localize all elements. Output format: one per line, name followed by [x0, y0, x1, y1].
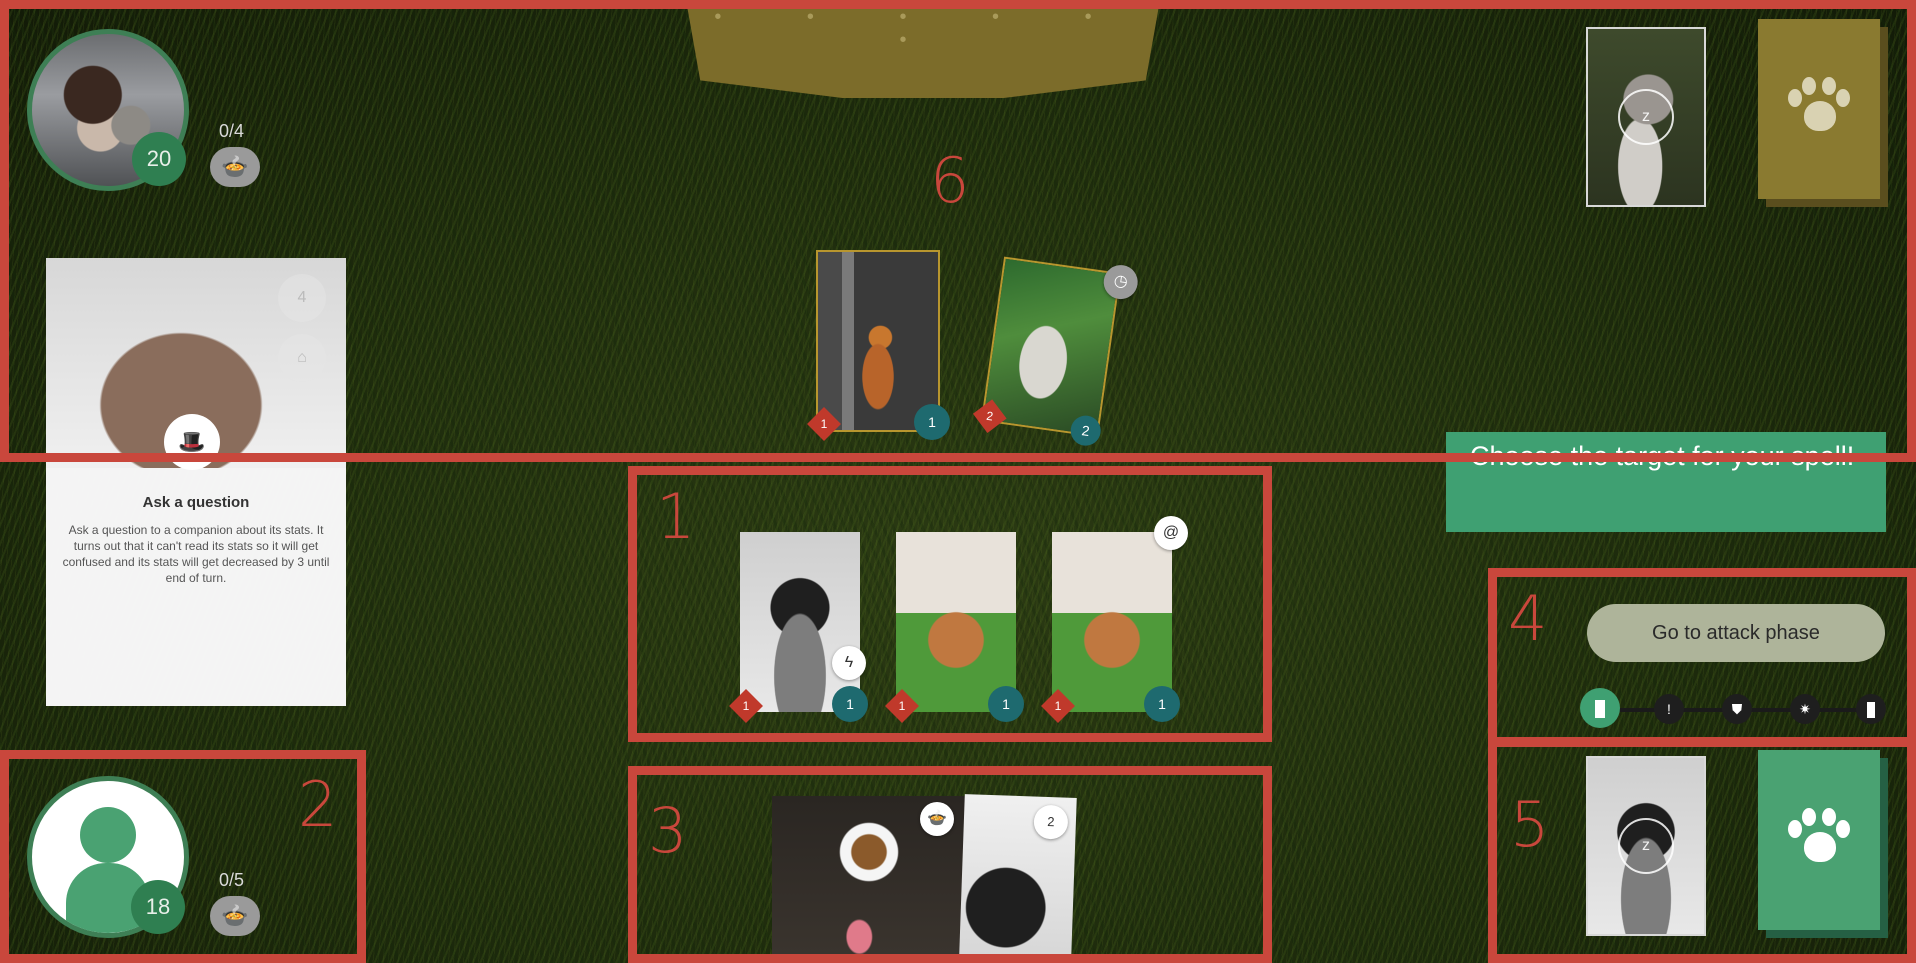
health-stat: 1 — [914, 404, 950, 440]
card-art — [818, 252, 938, 430]
opponent-discard-card[interactable]: z — [1586, 27, 1706, 207]
player-food-count: 0/5 — [219, 870, 245, 890]
player-deck[interactable] — [1758, 750, 1888, 938]
player-discard-card[interactable]: z — [1586, 756, 1706, 936]
opponent-board-card-2[interactable]: 2 2 ◷ — [972, 256, 1140, 448]
region-4-label: 4 — [1508, 582, 1548, 655]
attack-stat: 1 — [885, 689, 919, 723]
phase-end-icon — [1856, 694, 1886, 724]
tooltip-title: Ask a question — [142, 494, 250, 511]
lightning-icon: ϟ — [832, 646, 866, 680]
spell-cost: 4 — [278, 274, 326, 322]
spell-target-message: Choose the target for your spell! — [1446, 432, 1886, 532]
phase-alert-icon: ! — [1654, 694, 1684, 724]
player-board-card-3[interactable]: @ 1 1 — [1041, 516, 1188, 723]
spell-tooltip: 4 ⌂ 🎩 Ask a question Ask a question to a… — [46, 258, 346, 706]
region-6-label: 6 — [930, 144, 970, 217]
top-hat-icon: 🎩 — [164, 414, 220, 470]
attack-stat: 1 — [1041, 689, 1075, 723]
player-board-card-2[interactable]: 1 1 — [885, 532, 1024, 723]
shield-icon: ⛊ — [1722, 694, 1752, 724]
region-2-label: 2 — [298, 768, 338, 841]
opponent-deck-banner: • • • • • • — [686, 0, 1160, 98]
card-art — [983, 258, 1119, 436]
opponent-deck — [1758, 19, 1888, 207]
attack-stat: 1 — [729, 689, 763, 723]
attack-phase-button[interactable]: Go to attack phase — [1587, 604, 1885, 662]
region-1-label: 1 — [656, 480, 696, 553]
food-bowl-icon: 🍲 — [920, 802, 954, 836]
region-3-label: 3 — [648, 794, 688, 867]
region-5-label: 5 — [1510, 788, 1550, 861]
player-board-card-1[interactable]: ϟ 1 1 — [729, 532, 868, 723]
card-art — [1052, 532, 1172, 712]
player-hp-badge: 18 — [131, 880, 185, 934]
attack-stat: 1 — [807, 407, 841, 441]
food-bowl-icon: 🍲 — [210, 896, 260, 936]
card-art — [740, 532, 860, 712]
spiral-icon: @ — [1154, 516, 1188, 550]
phase-start-icon — [1580, 688, 1620, 728]
food-bowl-icon: 🍲 — [210, 147, 260, 187]
paw-icon — [1784, 77, 1854, 141]
card-art — [896, 532, 1016, 712]
paw-icon — [1784, 808, 1854, 872]
health-stat: 1 — [988, 686, 1024, 722]
health-stat: 1 — [1144, 686, 1180, 722]
health-stat: 1 — [832, 686, 868, 722]
sleep-icon: z — [1618, 89, 1674, 145]
tooltip-description: Ask a question to a companion about its … — [62, 523, 330, 585]
burst-icon: ✷ — [1790, 694, 1820, 724]
opponent-food-count: 0/4 — [219, 121, 245, 141]
sleep-icon: z — [1618, 818, 1674, 874]
top-hat-icon: ⌂ — [278, 334, 326, 382]
opponent-hp-badge: 20 — [132, 132, 186, 186]
opponent-board-card-1[interactable]: 1 1 — [807, 250, 950, 441]
hand-card-2[interactable]: 2 — [959, 794, 1077, 958]
hand-card-1[interactable]: 🍲 — [772, 796, 966, 956]
